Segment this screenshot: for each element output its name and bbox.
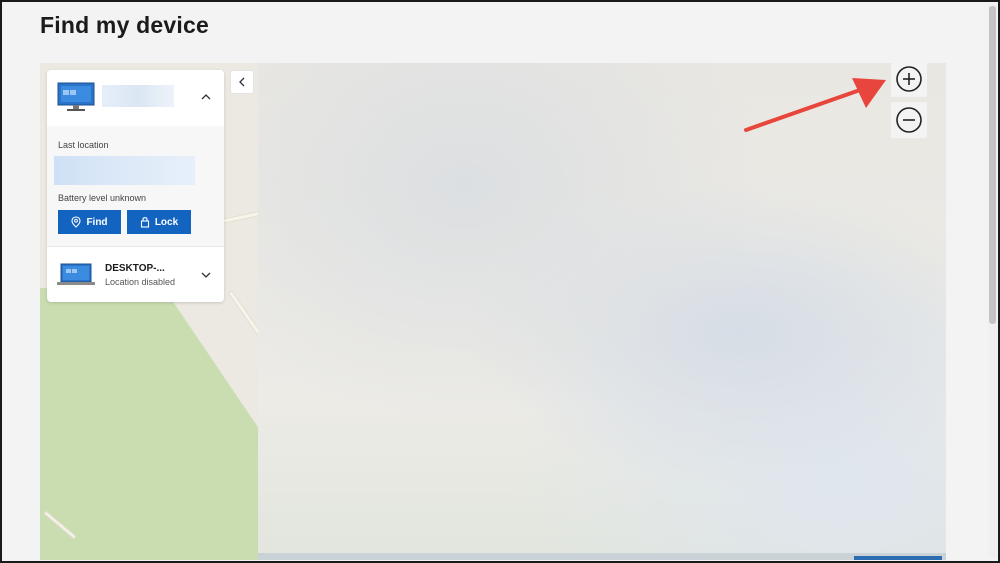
chevron-left-icon (239, 77, 245, 87)
laptop-icon (57, 263, 95, 285)
map-park-area (40, 288, 265, 560)
selected-device-header[interactable] (47, 70, 224, 126)
find-button[interactable]: Find (58, 210, 121, 234)
other-device-name: DESKTOP-... (105, 263, 165, 274)
lock-icon (140, 217, 149, 228)
map-attribution-bar (258, 553, 946, 560)
device-panel: Last location Battery level unknown Find… (47, 70, 224, 302)
chevron-down-icon[interactable] (201, 271, 211, 279)
zoom-in-button[interactable] (891, 61, 927, 97)
zoom-out-button[interactable] (891, 102, 927, 138)
map-pixelated-area (258, 63, 946, 553)
map-scale-chip (854, 556, 942, 560)
collapse-panel-button[interactable] (230, 70, 254, 94)
plus-circle-icon (896, 66, 922, 92)
other-device-row[interactable] (47, 247, 224, 302)
page-title: Find my device (40, 12, 209, 38)
device-name-redacted (102, 85, 174, 107)
find-button-label: Find (86, 216, 108, 228)
other-device-status: Location disabled (105, 277, 176, 287)
last-location-label: Last location (58, 140, 109, 150)
monitor-icon (57, 82, 95, 111)
lock-button-label: Lock (154, 216, 179, 228)
lock-button[interactable]: Lock (127, 210, 191, 234)
minus-circle-icon (896, 107, 922, 133)
chevron-up-icon[interactable] (201, 93, 211, 101)
page-scrollbar-thumb[interactable] (989, 6, 996, 324)
location-pin-icon (71, 216, 81, 228)
annotation-arrow-icon (744, 78, 886, 132)
location-redacted (54, 156, 195, 185)
battery-label: Battery level unknown (58, 193, 147, 203)
